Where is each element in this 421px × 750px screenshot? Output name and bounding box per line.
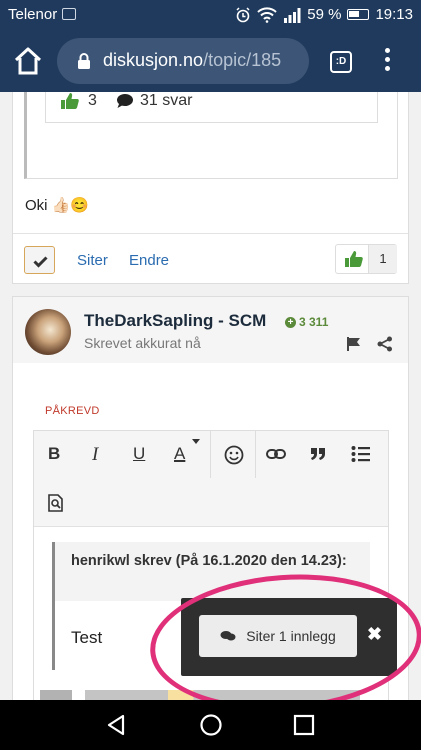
overflow-menu-icon[interactable] xyxy=(382,48,392,74)
browser-toolbar: diskusjon.no/topic/185 :D xyxy=(0,30,421,92)
reputation-badge: + 3 311 xyxy=(285,315,328,329)
cite-button[interactable]: Siter xyxy=(77,252,108,269)
embed-likes: 3 xyxy=(60,92,97,110)
status-bar: Telenor 59 % 19:13 xyxy=(0,0,421,30)
embed-replies: 31 svar xyxy=(116,92,192,110)
wifi-icon xyxy=(257,6,277,23)
link-icon[interactable] xyxy=(266,446,286,462)
battery-percent: 59 % xyxy=(307,6,342,23)
share-icon[interactable] xyxy=(377,336,393,352)
embed-likes-count: 3 xyxy=(88,92,97,109)
quote-body: Test xyxy=(71,628,103,647)
preview-icon[interactable] xyxy=(48,494,64,512)
sim-icon xyxy=(62,8,76,20)
post-previous: 3 31 svar Oki 👍🏻😊 Siter Endre 1 xyxy=(12,92,409,284)
lock-icon xyxy=(78,53,90,69)
url-path: /topic/185 xyxy=(203,50,282,70)
status-right: 59 % 19:13 xyxy=(235,6,413,23)
battery-icon xyxy=(347,9,370,20)
emoji-icon[interactable] xyxy=(224,445,244,465)
address-bar[interactable]: diskusjon.no/topic/185 xyxy=(57,38,309,84)
underline-button[interactable]: U xyxy=(133,444,145,468)
clock: 19:13 xyxy=(375,6,413,23)
edit-button[interactable]: Endre xyxy=(129,252,169,269)
toolbar-divider xyxy=(255,431,256,478)
post-timestamp: Skrevet akkurat nå xyxy=(84,335,201,351)
multiquote-checkbox[interactable] xyxy=(24,246,55,274)
avatar[interactable] xyxy=(25,309,71,355)
navigation-bar xyxy=(0,700,421,750)
recents-icon[interactable] xyxy=(293,714,315,736)
carrier-name: Telenor xyxy=(8,6,58,23)
editor-toolbar: B I U A xyxy=(34,431,388,527)
embedded-topic-card[interactable]: 3 31 svar xyxy=(45,92,378,123)
bold-button[interactable]: B xyxy=(48,444,60,468)
quote-icon[interactable] xyxy=(309,446,327,462)
text-color-button[interactable]: A xyxy=(174,444,185,468)
toolbar-divider xyxy=(210,431,211,478)
chevron-down-icon xyxy=(192,439,200,444)
check-icon xyxy=(33,256,48,268)
tab-switcher-button[interactable]: :D xyxy=(330,51,352,73)
home-nav-icon[interactable] xyxy=(199,713,223,737)
post-actions: Siter Endre 1 xyxy=(13,233,408,284)
home-icon[interactable] xyxy=(12,46,44,76)
url-host: diskusjon.no xyxy=(103,50,204,70)
reputation-value: 3 311 xyxy=(299,315,329,329)
required-label: PÅKREVD xyxy=(45,405,100,417)
like-button[interactable]: 1 xyxy=(335,244,397,274)
italic-button[interactable]: I xyxy=(92,444,98,468)
like-count: 1 xyxy=(368,245,397,273)
flag-icon[interactable] xyxy=(347,337,363,351)
alarm-icon xyxy=(236,6,250,22)
author-name[interactable]: TheDarkSapling - SCM xyxy=(84,311,266,331)
post-header: TheDarkSapling - SCM + 3 311 Skrevet akk… xyxy=(13,297,408,363)
thumbs-up-icon xyxy=(345,251,363,267)
back-icon[interactable] xyxy=(106,714,126,736)
bullet-list-icon[interactable] xyxy=(351,445,371,463)
post-body-text: Oki 👍🏻😊 xyxy=(25,197,90,214)
embed-replies-count: 31 svar xyxy=(140,92,193,109)
url-text: diskusjon.no/topic/185 xyxy=(103,50,281,71)
comment-icon xyxy=(117,94,133,108)
thumbs-up-icon xyxy=(61,93,79,109)
plus-icon: + xyxy=(285,316,296,328)
signal-icon xyxy=(284,7,301,23)
